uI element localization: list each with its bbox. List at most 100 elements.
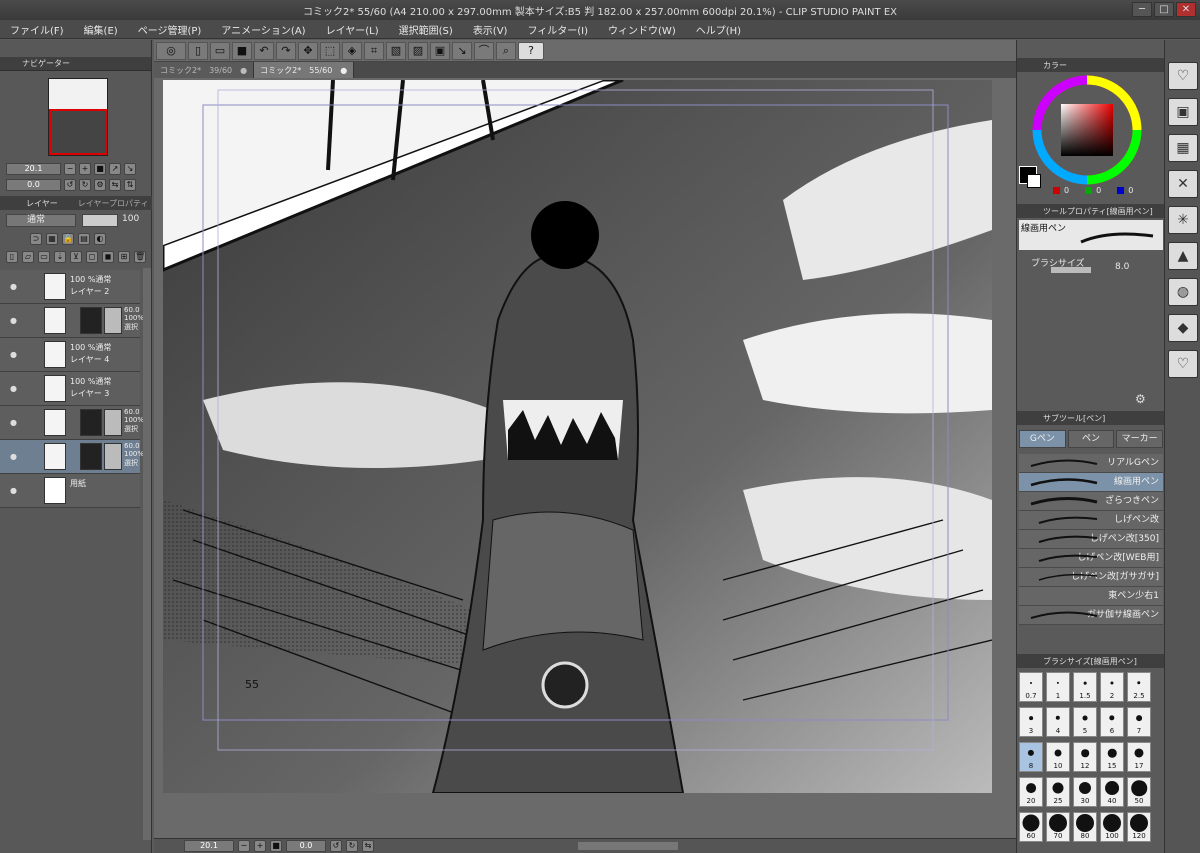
subtool-tab-gpen[interactable]: Gペン: [1019, 430, 1066, 448]
clear-icon[interactable]: ▧: [386, 41, 406, 60]
brush-size-cell[interactable]: 25: [1046, 777, 1070, 807]
tone-icon[interactable]: ▦: [1168, 134, 1198, 162]
material-icon[interactable]: ▣: [1168, 98, 1198, 126]
layer-row[interactable]: ● 60.0 100%選択: [0, 304, 144, 338]
zoom-slider[interactable]: 20.1: [6, 163, 61, 175]
menu-filter[interactable]: フィルター(I): [527, 22, 588, 37]
brush-size-cell[interactable]: 2: [1100, 672, 1124, 702]
visibility-eye-icon[interactable]: ●: [10, 418, 17, 427]
menu-layer[interactable]: レイヤー(L): [326, 22, 379, 37]
open-file-icon[interactable]: ▭: [210, 41, 230, 60]
brush-size-cell[interactable]: 5: [1073, 707, 1097, 737]
color-wheel[interactable]: [1031, 74, 1143, 186]
save-icon[interactable]: ■: [232, 41, 252, 60]
snap-special-icon[interactable]: ⌒: [474, 41, 494, 60]
delete-layer-icon[interactable]: 🗑: [134, 251, 146, 263]
effect-icon[interactable]: ✳: [1168, 206, 1198, 234]
brush-size-cell[interactable]: 1: [1046, 672, 1070, 702]
visibility-eye-icon[interactable]: ●: [10, 282, 17, 291]
apply-mask-icon[interactable]: ◼: [102, 251, 114, 263]
brush-size-cell[interactable]: 30: [1073, 777, 1097, 807]
layer-row[interactable]: ● 60.0 100%選択: [0, 406, 144, 440]
brush-size-cell[interactable]: 100: [1100, 812, 1124, 842]
lock-icon[interactable]: 🔒: [62, 233, 74, 245]
tab-document-39[interactable]: コミック2* 39/60 ●: [154, 62, 255, 78]
brush-size-cell[interactable]: 20: [1019, 777, 1043, 807]
manga-page[interactable]: 55: [163, 80, 992, 793]
layer-row-paper[interactable]: ● 用紙: [0, 474, 140, 508]
brush-size-cell[interactable]: 10: [1046, 742, 1070, 772]
snap-ruler-icon[interactable]: ↘: [452, 41, 472, 60]
new-folder-icon[interactable]: ▭: [38, 251, 50, 263]
layer-row[interactable]: ● 100 %通常 レイヤー 3: [0, 372, 140, 406]
brush-size-cell[interactable]: 2.5: [1127, 672, 1151, 702]
menu-file[interactable]: ファイル(F): [10, 22, 64, 37]
layer-color-icon[interactable]: ◐: [94, 233, 106, 245]
visibility-eye-icon[interactable]: ●: [10, 350, 17, 359]
subtool-item[interactable]: 東ペン少右1: [1019, 587, 1163, 606]
visibility-eye-icon[interactable]: ●: [10, 486, 17, 495]
tab-close-icon[interactable]: ●: [240, 66, 247, 75]
status-zoom[interactable]: 20.1: [184, 840, 234, 852]
layer-row[interactable]: ● 100 %通常 レイヤー 4: [0, 338, 140, 372]
subtool-tab-pen[interactable]: ペン: [1067, 430, 1115, 448]
tab-close-icon[interactable]: ●: [340, 66, 347, 75]
flip-icon[interactable]: ⇆: [362, 840, 374, 852]
opacity-slider[interactable]: [82, 214, 118, 227]
sub-color-swatch[interactable]: [1027, 174, 1041, 188]
pose-icon[interactable]: ◍: [1168, 278, 1198, 306]
minimize-button[interactable]: ─: [1132, 2, 1152, 17]
subtool-item[interactable]: しげペン改[350]: [1019, 530, 1163, 549]
clip-studio-icon[interactable]: ◎: [156, 41, 186, 60]
layer-row-selected[interactable]: ● 60.0 100%選択: [0, 440, 144, 474]
new-vector-layer-icon[interactable]: ▱: [22, 251, 34, 263]
subtool-item[interactable]: ざらつきペン: [1019, 492, 1163, 511]
menu-edit[interactable]: 編集(E): [84, 22, 118, 37]
subtool-item[interactable]: しげペン改[WEB用]: [1019, 549, 1163, 568]
reset-rotate-icon[interactable]: ⚙: [94, 179, 106, 191]
brush-size-cell[interactable]: 40: [1100, 777, 1124, 807]
brush-size-cell[interactable]: 3: [1019, 707, 1043, 737]
horizontal-scrollbar[interactable]: [578, 842, 678, 850]
zoom-in-icon[interactable]: +: [254, 840, 266, 852]
tab-document-55[interactable]: コミック2* 55/60 ●: [254, 62, 355, 78]
zoom-in-icon[interactable]: +: [79, 163, 91, 175]
rotate-left-icon[interactable]: ↺: [330, 840, 342, 852]
layer-row[interactable]: ● 100 %通常 レイヤー 2: [0, 270, 140, 304]
favorites-icon[interactable]: ♡: [1168, 62, 1198, 90]
tab-layer[interactable]: レイヤー: [26, 198, 58, 209]
clip-icon[interactable]: ⊃: [30, 233, 42, 245]
close-button[interactable]: ✕: [1176, 2, 1196, 17]
navigator-viewport[interactable]: [49, 109, 107, 155]
fill-selection-icon[interactable]: ▨: [408, 41, 428, 60]
fill-icon[interactable]: ◈: [342, 41, 362, 60]
frame-icon[interactable]: ✕: [1168, 170, 1198, 198]
brush-size-cell[interactable]: 1.5: [1073, 672, 1097, 702]
transform-icon[interactable]: ✥: [298, 41, 318, 60]
visibility-eye-icon[interactable]: ●: [10, 316, 17, 325]
ruler-icon[interactable]: ⊞: [118, 251, 130, 263]
brush-size-cell[interactable]: 50: [1127, 777, 1151, 807]
subtool-item[interactable]: しげペン改[ガサガサ]: [1019, 568, 1163, 587]
rotate-slider[interactable]: 0.0: [6, 179, 61, 191]
menu-view[interactable]: 表示(V): [473, 22, 508, 37]
brush-size-cell[interactable]: 0.7: [1019, 672, 1043, 702]
menu-page[interactable]: ページ管理(P): [138, 22, 202, 37]
actual-size-icon[interactable]: ■: [94, 163, 106, 175]
brush-size-cell[interactable]: 4: [1046, 707, 1070, 737]
brush-size-cell[interactable]: 80: [1073, 812, 1097, 842]
transfer-down-icon[interactable]: ⇣: [54, 251, 66, 263]
like-icon[interactable]: ♡: [1168, 350, 1198, 378]
3d-icon[interactable]: ◆: [1168, 314, 1198, 342]
brush-size-cell[interactable]: 17: [1127, 742, 1151, 772]
crop-icon[interactable]: ⌗: [364, 41, 384, 60]
settings-icon[interactable]: ⚙: [1135, 392, 1149, 406]
redo-icon[interactable]: ↷: [276, 41, 296, 60]
zoom-out-icon[interactable]: −: [238, 840, 250, 852]
subtool-item-selected[interactable]: 線画用ペン: [1019, 473, 1163, 492]
tab-layer-property[interactable]: レイヤープロパティ: [78, 198, 149, 209]
fit-icon[interactable]: ↗: [109, 163, 121, 175]
subtool-item[interactable]: ガサ伽サ線画ペン: [1019, 606, 1163, 625]
help-button[interactable]: ?: [518, 41, 544, 60]
visibility-eye-icon[interactable]: ●: [10, 452, 17, 461]
